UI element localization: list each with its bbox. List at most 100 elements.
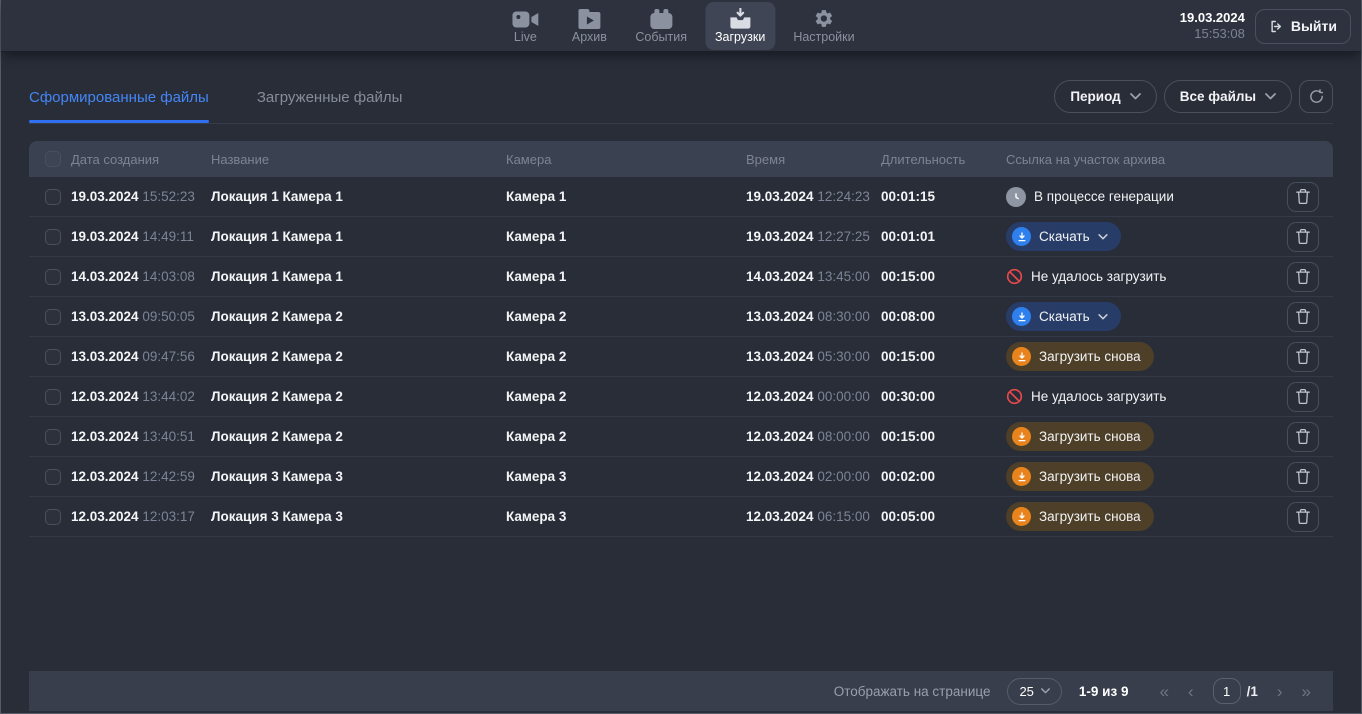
row-checkbox[interactable]	[45, 189, 61, 205]
next-page-button[interactable]: ›	[1277, 683, 1283, 700]
row-name: Локация 3 Камера 3	[211, 509, 506, 524]
row-checkbox[interactable]	[45, 349, 61, 365]
row-name: Локация 3 Камера 3	[211, 469, 506, 484]
row-checkbox[interactable]	[45, 429, 61, 445]
table-row: 19.03.2024 14:49:11 Локация 1 Камера 1 К…	[29, 217, 1333, 257]
download-icon	[1012, 347, 1031, 366]
delete-row-button[interactable]	[1287, 302, 1319, 332]
row-created-time: 12:03:17	[142, 509, 195, 524]
status-label: Загрузить снова	[1039, 469, 1141, 484]
status-label: Скачать	[1039, 309, 1090, 324]
topbar: Live Архив События Загрузки Настройки	[1, 0, 1361, 52]
row-status-cell: Загрузить снова	[1006, 342, 1277, 371]
row-time-time: 05:30:00	[817, 349, 870, 364]
delete-row-button[interactable]	[1287, 502, 1319, 532]
nav-label: Архив	[572, 31, 607, 45]
row-time-time: 08:00:00	[817, 429, 870, 444]
delete-row-button[interactable]	[1287, 182, 1319, 212]
current-date: 19.03.2024	[1180, 10, 1245, 26]
row-name: Локация 1 Камера 1	[211, 189, 506, 204]
row-created-date: 19.03.2024	[71, 189, 139, 204]
per-page-label: Отображать на странице	[834, 684, 991, 699]
row-status-cell: Не удалось загрузить	[1006, 268, 1277, 285]
delete-row-button[interactable]	[1287, 262, 1319, 292]
per-page-select[interactable]: 25	[1007, 678, 1061, 705]
row-status-cell: Загрузить снова	[1006, 502, 1277, 531]
row-time-date: 14.03.2024	[746, 269, 814, 284]
row-created-date: 12.03.2024	[71, 509, 139, 524]
row-created-time: 14:49:11	[142, 229, 194, 244]
nav-label: Настройки	[793, 31, 854, 45]
row-time-date: 12.03.2024	[746, 509, 814, 524]
nav-item-downloads[interactable]: Загрузки	[705, 2, 775, 50]
retry-download-button[interactable]: Загрузить снова	[1006, 342, 1154, 371]
row-status-cell: Загрузить снова	[1006, 422, 1277, 451]
status-label: Не удалось загрузить	[1031, 269, 1166, 284]
row-checkbox[interactable]	[45, 509, 61, 525]
row-camera: Камера 2	[506, 309, 746, 324]
nav-item-settings[interactable]: Настройки	[783, 2, 864, 50]
row-checkbox[interactable]	[45, 309, 61, 325]
topbar-right: 19.03.2024 15:53:08 Выйти	[1180, 0, 1351, 52]
row-checkbox[interactable]	[45, 229, 61, 245]
total-pages-label: /1	[1247, 684, 1258, 699]
row-checkbox[interactable]	[45, 269, 61, 285]
download-button[interactable]: Скачать	[1006, 222, 1121, 251]
row-duration: 00:02:00	[881, 469, 1006, 484]
retry-download-button[interactable]: Загрузить снова	[1006, 502, 1154, 531]
row-created-date: 14.03.2024	[71, 269, 139, 284]
row-duration: 00:15:00	[881, 269, 1006, 284]
row-duration: 00:30:00	[881, 389, 1006, 404]
nav-item-archive[interactable]: Архив	[561, 2, 617, 50]
video-camera-icon	[512, 7, 538, 29]
status-label: Загрузить снова	[1039, 429, 1141, 444]
first-page-button[interactable]: «	[1159, 683, 1168, 700]
nav-item-events[interactable]: События	[625, 2, 697, 50]
row-status-cell: В процессе генерации	[1006, 187, 1277, 207]
nav-label: Загрузки	[715, 31, 765, 45]
files-filter-button[interactable]: Все файлы	[1164, 80, 1292, 113]
nav-item-live[interactable]: Live	[497, 2, 553, 50]
row-camera: Камера 2	[506, 349, 746, 364]
row-created-date: 12.03.2024	[71, 429, 139, 444]
row-name: Локация 1 Камера 1	[211, 269, 506, 284]
current-page-input[interactable]: 1	[1213, 678, 1241, 704]
clock-icon	[1006, 187, 1026, 207]
row-time-date: 19.03.2024	[746, 189, 814, 204]
trash-icon	[1296, 469, 1310, 484]
prev-page-button[interactable]: ‹	[1188, 683, 1194, 700]
select-all-checkbox[interactable]	[45, 151, 61, 167]
col-header-duration: Длительность	[881, 152, 1006, 167]
download-icon	[1012, 227, 1031, 246]
row-created-date: 13.03.2024	[71, 309, 139, 324]
tab-downloaded-files[interactable]: Загруженные файлы	[257, 83, 403, 121]
nav-label: Live	[514, 31, 537, 45]
table-row: 14.03.2024 14:03:08 Локация 1 Камера 1 К…	[29, 257, 1333, 297]
files-table: Дата создания Название Камера Время Длит…	[29, 141, 1333, 537]
chevron-down-icon	[1098, 314, 1108, 320]
table-row: 12.03.2024 13:44:02 Локация 2 Камера 2 К…	[29, 377, 1333, 417]
delete-row-button[interactable]	[1287, 382, 1319, 412]
last-page-button[interactable]: »	[1302, 683, 1311, 700]
delete-row-button[interactable]	[1287, 342, 1319, 372]
download-icon	[1012, 427, 1031, 446]
delete-row-button[interactable]	[1287, 422, 1319, 452]
period-filter-button[interactable]: Период	[1054, 80, 1156, 113]
row-duration: 00:15:00	[881, 429, 1006, 444]
col-header-created: Дата создания	[71, 152, 211, 167]
tab-generated-files[interactable]: Сформированные файлы	[29, 83, 209, 121]
row-checkbox[interactable]	[45, 469, 61, 485]
logout-button[interactable]: Выйти	[1255, 9, 1351, 44]
delete-row-button[interactable]	[1287, 222, 1319, 252]
table-row: 13.03.2024 09:47:56 Локация 2 Камера 2 К…	[29, 337, 1333, 377]
row-created-time: 09:50:05	[142, 309, 195, 324]
delete-row-button[interactable]	[1287, 462, 1319, 492]
download-button[interactable]: Скачать	[1006, 302, 1121, 331]
retry-download-button[interactable]: Загрузить снова	[1006, 422, 1154, 451]
retry-download-button[interactable]: Загрузить снова	[1006, 462, 1154, 491]
row-duration: 00:15:00	[881, 349, 1006, 364]
row-time-date: 12.03.2024	[746, 429, 814, 444]
refresh-button[interactable]	[1299, 80, 1333, 113]
row-checkbox[interactable]	[45, 389, 61, 405]
per-page-value: 25	[1019, 684, 1033, 699]
